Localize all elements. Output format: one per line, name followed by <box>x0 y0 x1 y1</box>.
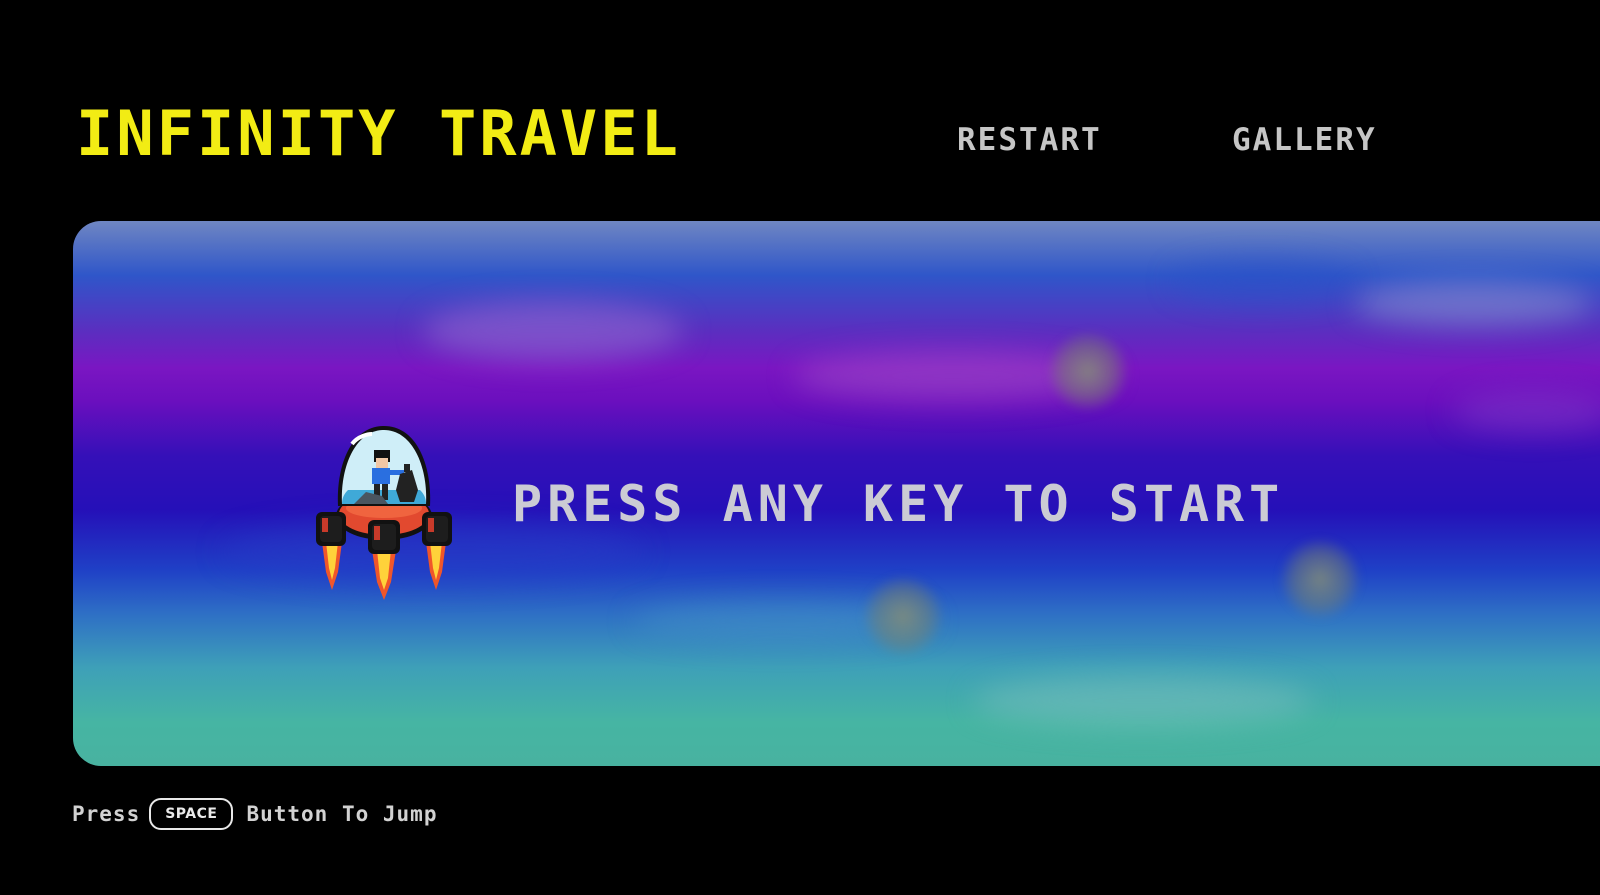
nebula-cloud <box>1173 261 1353 301</box>
restart-button[interactable]: RESTART <box>957 120 1102 160</box>
start-prompt: PRESS ANY KEY TO START <box>512 475 1285 533</box>
rocket-pod-icon <box>316 426 452 600</box>
nebula-cloud <box>1353 281 1593 326</box>
space-key-badge: SPACE <box>149 798 234 830</box>
obstacle-orb <box>863 576 943 656</box>
gallery-button[interactable]: GALLERY <box>1232 120 1377 160</box>
game-title: INFINITY TRAVEL <box>76 97 681 170</box>
nebula-cloud <box>1453 391 1600 431</box>
nebula-cloud <box>973 676 1313 726</box>
jump-hint: Press SPACE Button To Jump <box>72 798 437 830</box>
jump-hint-prefix: Press <box>72 802 141 826</box>
nebula-cloud <box>423 301 683 361</box>
obstacle-orb <box>1280 539 1360 619</box>
obstacle-orb <box>1048 331 1128 411</box>
jump-hint-suffix: Button To Jump <box>246 802 438 826</box>
